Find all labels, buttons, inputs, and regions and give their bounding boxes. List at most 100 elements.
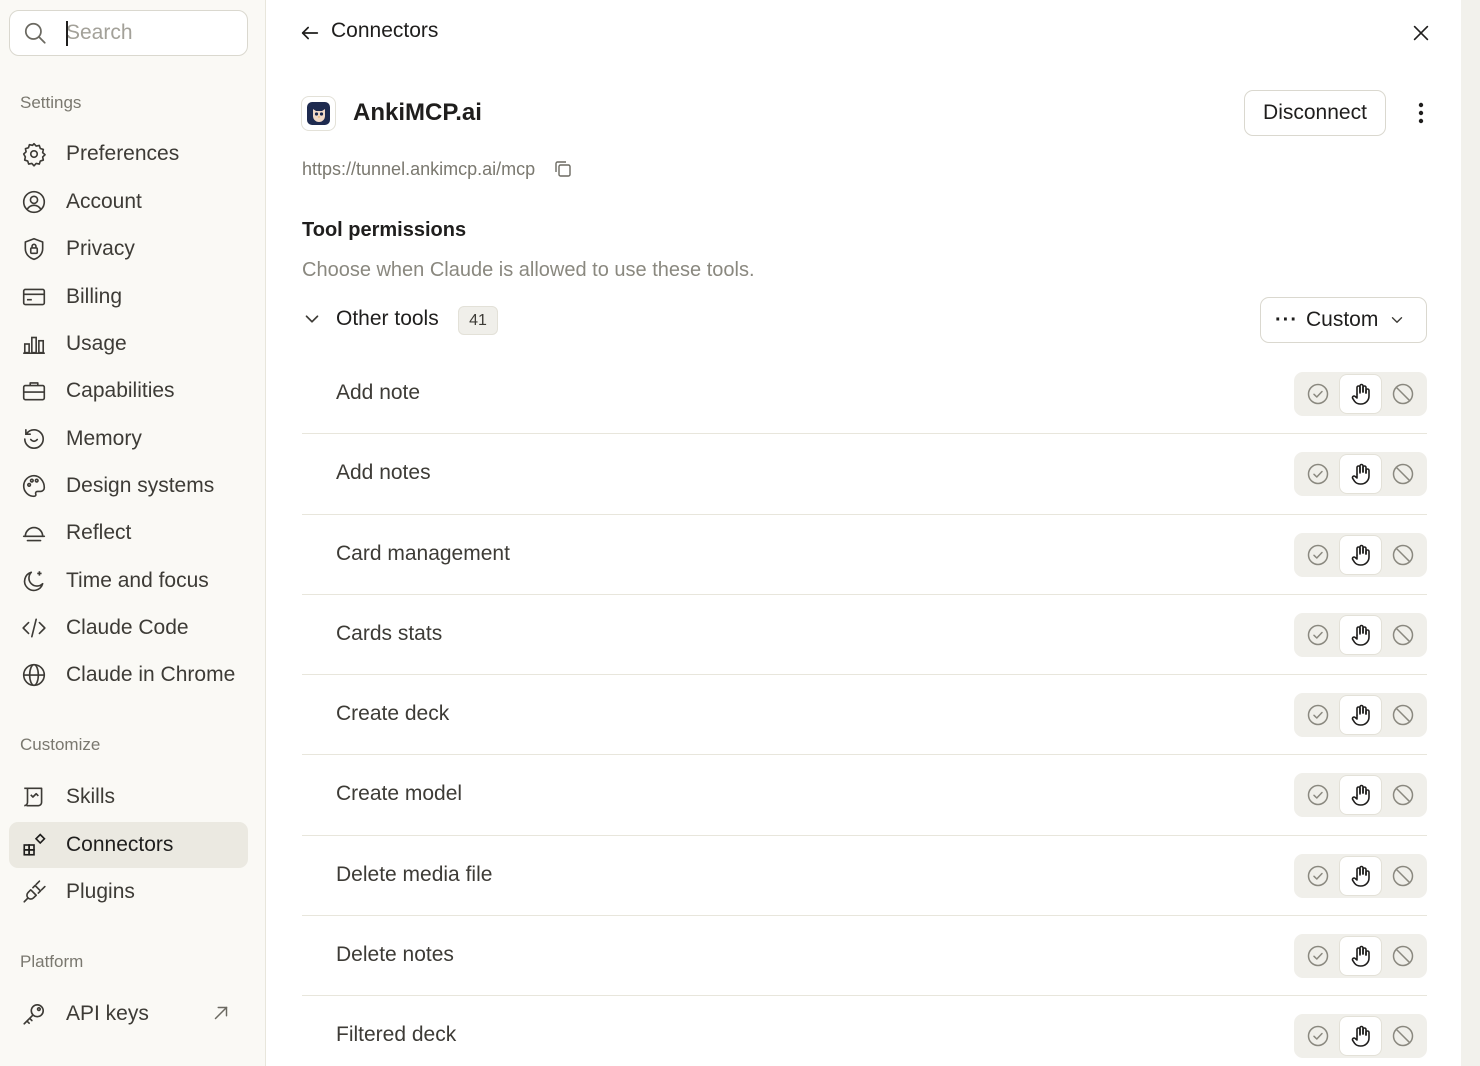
chevron-down-icon[interactable] — [301, 308, 323, 330]
block-option[interactable] — [1382, 375, 1424, 413]
always-allow-option[interactable] — [1297, 937, 1339, 975]
needs-approval-option[interactable] — [1339, 455, 1382, 494]
tool-name: Create model — [336, 782, 463, 806]
always-allow-option[interactable] — [1297, 696, 1339, 734]
sidebar-item-claude-code[interactable]: Claude Code — [9, 605, 248, 651]
block-option[interactable] — [1382, 616, 1424, 654]
sidebar-item-label: Capabilities — [66, 379, 175, 402]
needs-approval-option[interactable] — [1339, 937, 1382, 976]
breadcrumb[interactable]: Connectors — [331, 19, 438, 43]
search-box[interactable] — [9, 10, 248, 56]
permission-toggle-group — [1294, 693, 1427, 738]
needs-approval-option[interactable] — [1339, 776, 1382, 815]
disconnect-button[interactable]: Disconnect — [1244, 90, 1386, 136]
kebab-menu-icon — [1418, 102, 1424, 124]
sidebar-item-label: Design systems — [66, 474, 215, 497]
sidebar-item-privacy[interactable]: Privacy — [9, 226, 248, 272]
blocked-icon — [1392, 1026, 1414, 1047]
sidebar-item-account[interactable]: Account — [9, 179, 248, 225]
sidebar-item-plugins[interactable]: Plugins — [9, 869, 248, 915]
tool-row: Delete notes — [302, 916, 1427, 997]
check-circle-icon — [1307, 945, 1329, 967]
window-edge — [1461, 0, 1480, 1066]
hand-icon — [1351, 464, 1370, 486]
sidebar-item-memory[interactable]: Memory — [9, 416, 248, 462]
tool-name: Card management — [336, 541, 510, 565]
sidebar-item-api-keys[interactable]: API keys — [9, 991, 248, 1037]
hand-icon — [1351, 785, 1370, 807]
history-icon — [21, 426, 47, 452]
hand-icon — [1351, 945, 1370, 967]
blocked-icon — [1392, 544, 1414, 565]
block-option[interactable] — [1382, 455, 1424, 493]
connector-name: AnkiMCP.ai — [353, 99, 482, 126]
needs-approval-option[interactable] — [1339, 535, 1382, 574]
block-option[interactable] — [1382, 536, 1424, 574]
connector-logo — [301, 96, 336, 131]
sidebar-item-usage[interactable]: Usage — [9, 321, 248, 367]
needs-approval-option[interactable] — [1339, 696, 1382, 735]
credit-card-icon — [21, 284, 47, 310]
copy-icon[interactable] — [553, 159, 573, 179]
user-circle-icon — [21, 189, 47, 215]
section-label-platform: Platform — [20, 952, 84, 971]
sidebar-item-label: Billing — [66, 285, 123, 308]
sidebar-item-capabilities[interactable]: Capabilities — [9, 368, 248, 414]
sidebar-item-label: Time and focus — [66, 569, 209, 592]
permission-toggle-group — [1294, 934, 1427, 979]
sidebar-item-preferences[interactable]: Preferences — [9, 131, 248, 177]
permission-toggle-group — [1294, 452, 1427, 497]
always-allow-option[interactable] — [1297, 536, 1339, 574]
tool-group-label[interactable]: Other tools — [336, 307, 439, 331]
sidebar-item-reflect[interactable]: Reflect — [9, 510, 248, 556]
needs-approval-option[interactable] — [1339, 615, 1382, 654]
close-button[interactable] — [1406, 18, 1436, 48]
hand-icon — [1351, 704, 1370, 726]
settings-sidebar: Settings Preferences Account Privacy Bil… — [0, 0, 266, 1066]
tool-count-badge: 41 — [458, 306, 498, 335]
plug-icon — [21, 879, 47, 905]
sidebar-item-billing[interactable]: Billing — [9, 274, 248, 320]
permission-toggle-group — [1294, 532, 1427, 577]
back-button[interactable] — [299, 18, 323, 48]
tool-row: Cards stats — [302, 595, 1427, 676]
check-circle-icon — [1307, 704, 1329, 726]
sidebar-item-label: Skills — [66, 785, 116, 808]
tool-row: Filtered deck — [302, 996, 1427, 1066]
connector-url: https://tunnel.ankimcp.ai/mcp — [302, 159, 536, 179]
sidebar-item-skills[interactable]: Skills — [9, 774, 248, 820]
always-allow-option[interactable] — [1297, 857, 1339, 895]
more-options-button[interactable] — [1406, 98, 1436, 128]
permission-toggle-group — [1294, 612, 1427, 657]
permission-mode-dropdown[interactable]: ··· Custom — [1260, 297, 1427, 343]
close-icon — [1413, 25, 1429, 41]
sidebar-item-label: Privacy — [66, 237, 135, 260]
sidebar-item-label: Claude in Chrome — [66, 663, 236, 686]
sidebar-item-design-systems[interactable]: Design systems — [9, 463, 248, 509]
block-option[interactable] — [1382, 1017, 1424, 1055]
always-allow-option[interactable] — [1297, 616, 1339, 654]
block-option[interactable] — [1382, 857, 1424, 895]
ellipsis-icon: ··· — [1275, 308, 1298, 331]
blocked-icon — [1392, 945, 1414, 967]
search-input[interactable] — [66, 21, 236, 45]
needs-approval-option[interactable] — [1339, 856, 1382, 895]
hand-icon — [1351, 383, 1370, 405]
connectors-icon — [21, 832, 47, 858]
always-allow-option[interactable] — [1297, 375, 1339, 413]
always-allow-option[interactable] — [1297, 455, 1339, 493]
section-label-customize: Customize — [20, 735, 101, 754]
needs-approval-option[interactable] — [1339, 375, 1382, 413]
sidebar-item-label: Claude Code — [66, 616, 189, 639]
block-option[interactable] — [1382, 937, 1424, 975]
always-allow-option[interactable] — [1297, 776, 1339, 814]
needs-approval-option[interactable] — [1339, 1017, 1382, 1056]
shield-lock-icon — [21, 236, 47, 262]
block-option[interactable] — [1382, 776, 1424, 814]
always-allow-option[interactable] — [1297, 1017, 1339, 1055]
tool-list: Add note Add notes Card management Cards… — [302, 354, 1427, 1066]
sidebar-item-connectors[interactable]: Connectors — [9, 822, 248, 868]
sidebar-item-claude-in-chrome[interactable]: Claude in Chrome — [9, 652, 248, 698]
sidebar-item-time-and-focus[interactable]: Time and focus — [9, 558, 248, 604]
block-option[interactable] — [1382, 696, 1424, 734]
